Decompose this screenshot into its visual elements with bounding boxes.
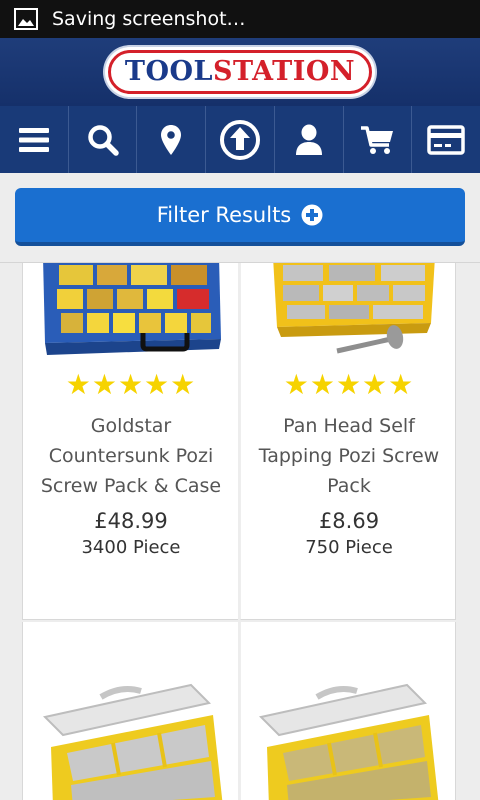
filter-results-label: Filter Results bbox=[156, 203, 292, 227]
nav-account-button[interactable] bbox=[275, 106, 344, 173]
product-card[interactable]: ★★★★★ Pan Head Self Tapping Pozi Screw P… bbox=[240, 263, 456, 620]
filter-results-button[interactable]: Filter Results bbox=[15, 188, 465, 246]
nav-search-button[interactable] bbox=[69, 106, 138, 173]
location-pin-icon bbox=[161, 124, 182, 155]
nav-upload-button[interactable] bbox=[206, 106, 275, 173]
product-price: £48.99 bbox=[94, 509, 168, 533]
product-image-screw-assortment-case[interactable] bbox=[23, 677, 239, 800]
product-image-pan-head-screw-pack[interactable] bbox=[241, 263, 457, 359]
nav-payment-button[interactable] bbox=[412, 106, 480, 173]
product-name[interactable]: Pan Head Self Tapping Pozi Screw Pack bbox=[249, 411, 449, 501]
nav-bar bbox=[0, 106, 480, 173]
product-quantity: 750 Piece bbox=[305, 537, 393, 558]
product-price: £8.69 bbox=[318, 509, 380, 533]
nav-store-locator-button[interactable] bbox=[137, 106, 207, 173]
plus-circle-icon bbox=[301, 204, 323, 226]
star-rating: ★★★★★ bbox=[65, 368, 197, 401]
star-rating: ★★★★★ bbox=[283, 368, 415, 401]
site-header: TOOLSTATION bbox=[0, 38, 480, 106]
menu-icon bbox=[18, 127, 49, 152]
logo-text-station: STATION bbox=[213, 56, 356, 87]
status-bar: Saving screenshot… bbox=[0, 0, 480, 38]
nav-menu-button[interactable] bbox=[0, 106, 69, 173]
product-quantity: 3400 Piece bbox=[81, 537, 181, 558]
nav-cart-button[interactable] bbox=[344, 106, 413, 173]
product-image-screw-assortment-case[interactable] bbox=[241, 677, 457, 800]
product-card[interactable] bbox=[22, 622, 238, 800]
credit-card-icon bbox=[427, 124, 465, 155]
product-name[interactable]: Goldstar Countersunk Pozi Screw Pack & C… bbox=[31, 411, 231, 501]
product-card[interactable] bbox=[240, 622, 456, 800]
search-icon bbox=[87, 124, 119, 156]
image-icon bbox=[14, 8, 38, 30]
product-card[interactable]: ★★★★★ Goldstar Countersunk Pozi Screw Pa… bbox=[22, 263, 238, 620]
product-image-goldstar-screw-case[interactable] bbox=[23, 263, 239, 359]
product-grid: ★★★★★ Goldstar Countersunk Pozi Screw Pa… bbox=[22, 263, 456, 800]
upload-arrow-icon bbox=[220, 119, 261, 160]
status-text: Saving screenshot… bbox=[52, 8, 246, 30]
logo-text-tool: TOOL bbox=[124, 56, 214, 87]
cart-icon bbox=[361, 125, 394, 154]
account-icon bbox=[295, 124, 322, 155]
filter-bar: Filter Results bbox=[0, 173, 480, 263]
toolstation-logo[interactable]: TOOLSTATION bbox=[104, 47, 376, 97]
